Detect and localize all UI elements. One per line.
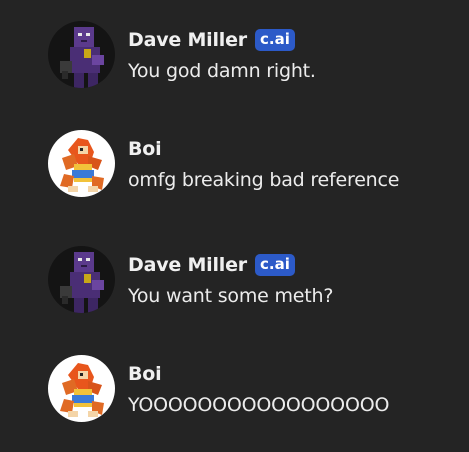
purple-guy-avatar[interactable] xyxy=(48,246,115,313)
monkey-avatar[interactable] xyxy=(48,355,115,422)
chat-message: Boi omfg breaking bad reference xyxy=(48,127,458,197)
cai-badge: c.ai xyxy=(254,254,295,276)
chat-thread: Dave Miller c.ai You god damn right. Boi… xyxy=(0,0,469,452)
chat-message: Dave Miller c.ai You want some meth? xyxy=(48,243,458,313)
message-text: You god damn right. xyxy=(128,60,316,82)
message-text: YOOOOOOOOOOOOOOOOO xyxy=(128,394,390,416)
purple-guy-avatar[interactable] xyxy=(48,21,115,88)
chat-message: Boi YOOOOOOOOOOOOOOOOO xyxy=(48,352,458,422)
monkey-avatar[interactable] xyxy=(48,130,115,197)
message-text: You want some meth? xyxy=(128,285,334,307)
cai-badge: c.ai xyxy=(254,29,295,51)
chat-message: Dave Miller c.ai You god damn right. xyxy=(48,18,458,88)
author-name: Boi xyxy=(128,363,162,385)
message-text: omfg breaking bad reference xyxy=(128,169,400,191)
author-name: Dave Miller xyxy=(128,29,247,51)
author-name: Dave Miller xyxy=(128,254,247,276)
author-name: Boi xyxy=(128,138,162,160)
